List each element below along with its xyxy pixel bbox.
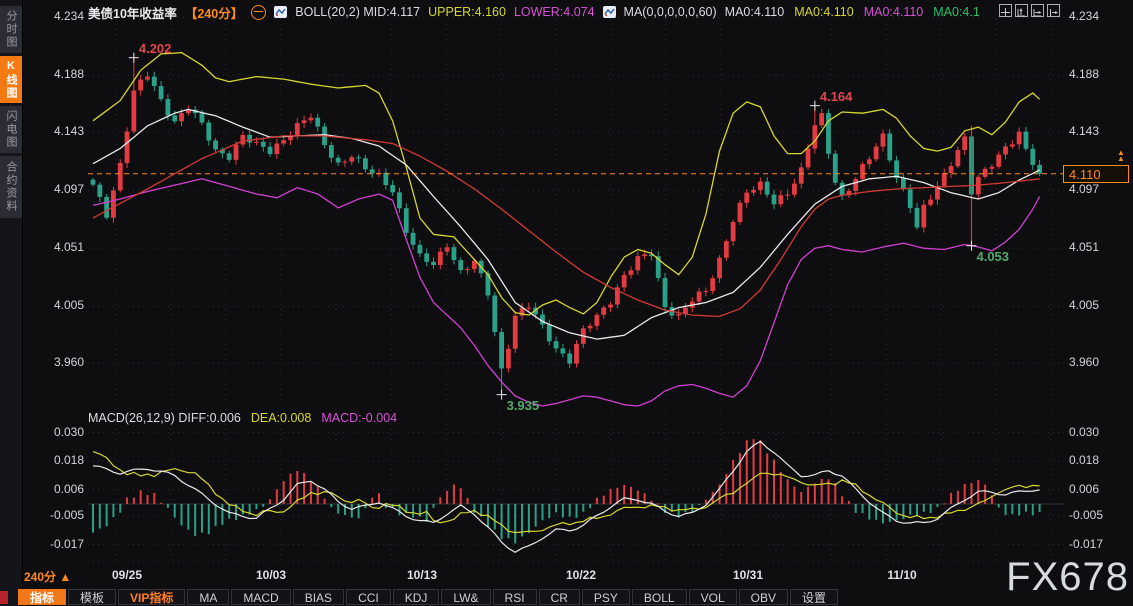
toolbar-tab-OBV[interactable]: OBV bbox=[739, 589, 788, 605]
toolbar-tab-PSY[interactable]: PSY bbox=[582, 589, 630, 605]
ma-value: MA0:4.110 bbox=[725, 5, 785, 19]
macd-histogram bbox=[92, 439, 1041, 543]
axis-tick-label: 4.234 bbox=[28, 9, 84, 23]
axis-tick-label: 4.234 bbox=[1069, 9, 1099, 23]
indicator-header-bar: 美债10年收益率 【240分】 BOLL(20,2) MID:4.117 UPP… bbox=[88, 3, 980, 21]
corner-logo-mark bbox=[0, 591, 8, 604]
ma-label: MA(0,0,0,0,0,60) bbox=[624, 5, 717, 19]
ma-value: MA0:4.110 bbox=[864, 5, 924, 19]
price-annotation: 3.935 bbox=[507, 398, 540, 413]
macd-macd-value: MACD:-0.004 bbox=[321, 411, 397, 425]
axis-tick-label: 0.018 bbox=[1069, 453, 1099, 467]
price-annotation: 4.164 bbox=[820, 89, 853, 104]
macd-header: MACD(26,12,9) DIFF:0.006 DEA:0.008 MACD:… bbox=[88, 411, 397, 425]
macd-label: MACD(26,12,9) DIFF:0.006 bbox=[88, 411, 241, 425]
macd-dea-line bbox=[93, 452, 1040, 533]
period-selector[interactable]: 240分 ▲ bbox=[24, 568, 71, 585]
overlay-line-boll-lower bbox=[93, 179, 1040, 406]
indicator-toolbar: 指标模板VIP指标MAMACDBIASCCIKDJLW&RSICRPSYBOLL… bbox=[18, 589, 838, 605]
collapse-icon[interactable] bbox=[251, 5, 266, 20]
axis-tick-label: -0.005 bbox=[28, 508, 84, 522]
axis-tick-label: 4.051 bbox=[28, 240, 84, 254]
axis-tick-label: 3.960 bbox=[1069, 355, 1099, 369]
toolbar-tab-LW&[interactable]: LW& bbox=[441, 589, 490, 605]
time-axis-label: 09/25 bbox=[112, 568, 142, 582]
sidebar-tab-2[interactable]: 闪电图 bbox=[0, 106, 22, 153]
gridlines bbox=[88, 14, 1065, 562]
toolbar-tab-模板[interactable]: 模板 bbox=[68, 589, 116, 605]
watermark: FX678 bbox=[1006, 555, 1129, 600]
axis-zoom-vertical-icon[interactable] bbox=[1015, 4, 1028, 17]
time-axis-label: 10/31 bbox=[733, 568, 763, 582]
chart-window: 分时图 K线图闪电图合约资料 美债10年收益率 【240分】 BOLL(20,2)… bbox=[0, 0, 1133, 606]
axis-tick-label: -0.005 bbox=[1069, 508, 1103, 522]
annotation-cross-icon bbox=[966, 241, 976, 251]
ma-value: MA0:4.1 bbox=[933, 5, 980, 19]
price-up-arrow-icon: ▲ bbox=[1117, 155, 1125, 162]
sidebar-tab-1[interactable]: K线图 bbox=[0, 56, 22, 103]
pane-popout-icon[interactable] bbox=[1047, 4, 1060, 17]
ma-values: MA0:4.110 MA0:4.110 MA0:4.110 MA0:4.1 bbox=[725, 5, 980, 19]
time-axis-label: 10/13 bbox=[407, 568, 437, 582]
axis-tick-label: 4.005 bbox=[1069, 298, 1099, 312]
ma-indicator-icon[interactable] bbox=[603, 6, 616, 18]
price-annotation: 4.202 bbox=[139, 41, 172, 56]
toolbar-tab-设置[interactable]: 设置 bbox=[790, 589, 838, 605]
current-price-badge: 4.110 bbox=[1063, 165, 1129, 183]
sidebar-tab-3[interactable]: 合约资料 bbox=[0, 156, 22, 218]
toolbar-tab-MA[interactable]: MA bbox=[187, 589, 229, 605]
axis-tick-label: 3.960 bbox=[28, 355, 84, 369]
toolbar-tab-BIAS[interactable]: BIAS bbox=[293, 589, 344, 605]
axis-tick-label: 0.006 bbox=[28, 482, 84, 496]
axis-tick-label: 4.143 bbox=[1069, 124, 1099, 138]
chart-canvas[interactable] bbox=[0, 0, 1133, 606]
macd-diff-line bbox=[93, 441, 1040, 552]
axis-tick-label: 0.006 bbox=[1069, 482, 1099, 496]
candlestick-series bbox=[91, 58, 1042, 395]
symbol-title: 美债10年收益率 bbox=[88, 3, 177, 22]
toolbar-tab-VOL[interactable]: VOL bbox=[689, 589, 737, 605]
annotation-cross-icon bbox=[497, 390, 507, 400]
period-tag: 【240分】 bbox=[185, 3, 243, 22]
axis-tick-label: -0.017 bbox=[1069, 537, 1103, 551]
axis-tick-label: 4.005 bbox=[28, 298, 84, 312]
macd-dea-value: DEA:0.008 bbox=[251, 411, 311, 425]
sidebar: 分时图 K线图闪电图合约资料 bbox=[0, 0, 23, 606]
toolbar-tab-VIP指标[interactable]: VIP指标 bbox=[118, 589, 185, 605]
ma-value: MA0:4.110 bbox=[794, 5, 854, 19]
window-tools bbox=[999, 4, 1060, 17]
crosshair-tool-icon[interactable] bbox=[999, 4, 1012, 17]
axis-tick-label: 0.030 bbox=[28, 425, 84, 439]
toolbar-tab-BOLL[interactable]: BOLL bbox=[632, 589, 687, 605]
time-axis-label: 10/22 bbox=[566, 568, 596, 582]
time-axis-label: 11/10 bbox=[887, 568, 916, 582]
time-axis-label: 10/03 bbox=[256, 568, 286, 582]
annotation-cross-icon bbox=[810, 101, 820, 111]
axis-tick-label: 4.188 bbox=[28, 67, 84, 81]
toolbar-tab-CCI[interactable]: CCI bbox=[346, 589, 391, 605]
axis-tick-label: 4.097 bbox=[1069, 182, 1099, 196]
sidebar-tab-0[interactable]: 分时图 bbox=[0, 6, 22, 53]
toolbar-tab-RSI[interactable]: RSI bbox=[493, 589, 537, 605]
toolbar-tab-指标[interactable]: 指标 bbox=[18, 589, 66, 605]
boll-lower-value: LOWER:4.074 bbox=[514, 5, 595, 19]
axis-tick-label: 4.051 bbox=[1069, 240, 1099, 254]
toolbar-tab-KDJ[interactable]: KDJ bbox=[393, 589, 440, 605]
axis-tick-label: 0.018 bbox=[28, 453, 84, 467]
axis-tick-label: 0.030 bbox=[1069, 425, 1099, 439]
toolbar-tab-MACD[interactable]: MACD bbox=[231, 589, 290, 605]
toolbar-tab-CR[interactable]: CR bbox=[539, 589, 580, 605]
boll-label: BOLL(20,2) MID:4.117 bbox=[295, 5, 420, 19]
annotation-cross-icon bbox=[129, 53, 139, 63]
axis-tick-label: 4.097 bbox=[28, 182, 84, 196]
overlay-line-boll-upper bbox=[93, 53, 1040, 316]
boll-indicator-icon[interactable] bbox=[274, 6, 287, 18]
axis-zoom-horizontal-icon[interactable] bbox=[1031, 4, 1044, 17]
axis-tick-label: -0.017 bbox=[28, 537, 84, 551]
axis-tick-label: 4.188 bbox=[1069, 67, 1099, 81]
boll-upper-value: UPPER:4.160 bbox=[428, 5, 506, 19]
price-annotation: 4.053 bbox=[976, 249, 1009, 264]
axis-tick-label: 4.143 bbox=[28, 124, 84, 138]
